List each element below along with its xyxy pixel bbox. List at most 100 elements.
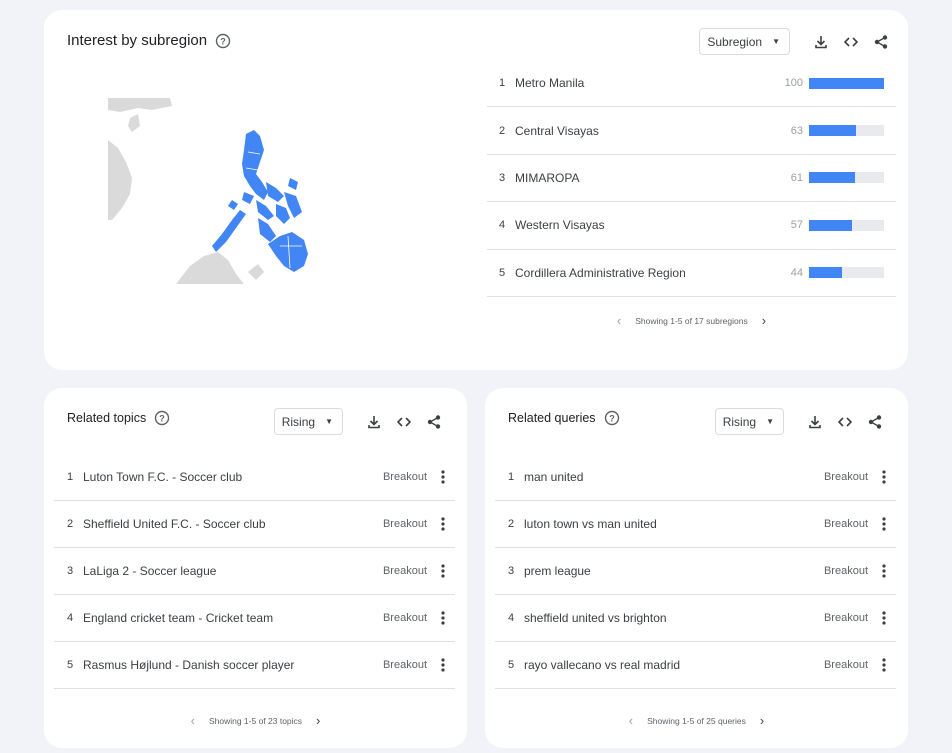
item-label: Western Visayas <box>515 218 605 233</box>
chevron-left-icon[interactable]: ‹ <box>617 313 621 328</box>
queries-list: 1 man united Breakout 2 luton town vs ma… <box>495 454 896 689</box>
breakout-badge: Breakout <box>382 659 427 671</box>
more-vert-icon[interactable] <box>876 608 892 628</box>
value-bar <box>809 219 884 231</box>
list-item[interactable]: 3 prem league Breakout <box>495 548 896 595</box>
chevron-right-icon[interactable]: › <box>316 713 320 728</box>
more-vert-icon[interactable] <box>876 467 892 487</box>
item-label[interactable]: man united <box>524 470 824 484</box>
item-label[interactable]: Luton Town F.C. - Soccer club <box>83 470 383 484</box>
svg-text:?: ? <box>159 413 165 423</box>
item-rank: 4 <box>508 612 515 624</box>
item-label[interactable]: luton town vs man united <box>524 517 824 531</box>
item-value: 44 <box>790 266 803 279</box>
help-icon[interactable]: ? <box>154 410 170 426</box>
more-vert-icon[interactable] <box>435 655 451 675</box>
download-icon[interactable] <box>804 411 826 433</box>
share-icon[interactable] <box>870 31 892 53</box>
share-icon[interactable] <box>423 411 445 433</box>
item-label: MIMAROPA <box>515 170 580 185</box>
subregion-resolution-select[interactable]: Subregion ▼ <box>699 28 790 55</box>
subregion-controls: Subregion ▼ <box>699 28 892 55</box>
chevron-left-icon[interactable]: ‹ <box>629 713 633 728</box>
value-bar <box>809 77 884 89</box>
item-rank: 2 <box>67 518 74 530</box>
svg-text:?: ? <box>609 413 615 423</box>
more-vert-icon[interactable] <box>876 655 892 675</box>
list-item[interactable]: 2 Sheffield United F.C. - Soccer club Br… <box>54 501 455 548</box>
item-label[interactable]: Rasmus Højlund - Danish soccer player <box>83 658 383 672</box>
list-item[interactable]: 1 Metro Manila 100 <box>487 60 896 108</box>
subregion-list: 1 Metro Manila 100 2 Central Visayas 63 … <box>487 60 896 297</box>
subregion-pager: ‹ Showing 1-5 of 17 subregions › <box>487 313 896 328</box>
queries-select-value: Rising <box>722 414 757 429</box>
list-item[interactable]: 1 man united Breakout <box>495 454 896 501</box>
help-icon[interactable]: ? <box>604 410 620 426</box>
item-label[interactable]: sheffield united vs brighton <box>524 611 824 625</box>
list-item[interactable]: 4 sheffield united vs brighton Breakout <box>495 595 896 642</box>
list-item[interactable]: 5 Rasmus Højlund - Danish soccer player … <box>54 642 455 689</box>
subregion-card-title: Interest by subregion ? <box>67 32 231 49</box>
list-item[interactable]: 3 MIMAROPA 61 <box>487 155 896 203</box>
topics-filter-select[interactable]: Rising ▼ <box>273 408 343 435</box>
more-vert-icon[interactable] <box>435 467 451 487</box>
value-bar <box>809 267 884 279</box>
queries-pager: ‹ Showing 1-5 of 25 queries › <box>495 713 898 728</box>
more-vert-icon[interactable] <box>435 561 451 581</box>
item-value: 100 <box>784 77 803 90</box>
value-bar-fill <box>809 267 842 279</box>
list-item[interactable]: 2 Central Visayas 63 <box>487 107 896 155</box>
more-vert-icon[interactable] <box>435 608 451 628</box>
list-item[interactable]: 4 Western Visayas 57 <box>487 202 896 250</box>
breakout-badge: Breakout <box>382 471 427 483</box>
item-rank: 4 <box>499 219 506 232</box>
more-vert-icon[interactable] <box>876 561 892 581</box>
subregion-map[interactable] <box>108 96 398 286</box>
list-item[interactable]: 2 luton town vs man united Breakout <box>495 501 896 548</box>
list-item[interactable]: 5 rayo vallecano vs real madrid Breakout <box>495 642 896 689</box>
more-vert-icon[interactable] <box>876 514 892 534</box>
topics-select-value: Rising <box>281 414 316 429</box>
item-label: Metro Manila <box>515 76 585 91</box>
chevron-right-icon[interactable]: › <box>760 713 764 728</box>
item-rank: 3 <box>508 565 515 577</box>
topics-card-title: Related topics ? <box>67 410 170 426</box>
breakout-badge: Breakout <box>382 565 427 577</box>
item-rank: 1 <box>67 471 74 483</box>
interest-by-subregion-card: Interest by subregion ? Subregion ▼ 1 Me… <box>44 10 908 370</box>
help-icon[interactable]: ? <box>215 33 231 49</box>
list-item[interactable]: 5 Cordillera Administrative Region 44 <box>487 250 896 297</box>
queries-filter-select[interactable]: Rising ▼ <box>714 408 784 435</box>
embed-icon[interactable] <box>834 411 856 433</box>
download-icon[interactable] <box>810 31 832 53</box>
topics-controls: Rising ▼ <box>273 408 445 435</box>
item-label[interactable]: England cricket team - Cricket team <box>83 611 383 625</box>
item-rank: 1 <box>499 77 506 90</box>
list-item[interactable]: 3 LaLiga 2 - Soccer league Breakout <box>54 548 455 595</box>
item-label[interactable]: rayo vallecano vs real madrid <box>524 658 824 672</box>
item-label[interactable]: prem league <box>524 564 824 578</box>
embed-icon[interactable] <box>393 411 415 433</box>
more-vert-icon[interactable] <box>435 514 451 534</box>
chevron-right-icon[interactable]: › <box>762 313 766 328</box>
breakout-badge: Breakout <box>382 612 427 624</box>
dropdown-caret-icon: ▼ <box>325 417 333 426</box>
breakout-badge: Breakout <box>823 518 868 530</box>
breakout-badge: Breakout <box>823 659 868 671</box>
list-item[interactable]: 4 England cricket team - Cricket team Br… <box>54 595 455 642</box>
item-label[interactable]: LaLiga 2 - Soccer league <box>83 564 383 578</box>
pager-text: Showing 1-5 of 25 queries <box>647 715 746 726</box>
topics-title-text: Related topics <box>67 411 147 425</box>
chevron-left-icon[interactable]: ‹ <box>191 713 195 728</box>
topics-pager: ‹ Showing 1-5 of 23 topics › <box>54 713 457 728</box>
list-item[interactable]: 1 Luton Town F.C. - Soccer club Breakout <box>54 454 455 501</box>
share-icon[interactable] <box>864 411 886 433</box>
item-label[interactable]: Sheffield United F.C. - Soccer club <box>83 517 383 531</box>
item-rank: 3 <box>499 171 506 184</box>
topics-list: 1 Luton Town F.C. - Soccer club Breakout… <box>54 454 455 689</box>
pager-text: Showing 1-5 of 23 topics <box>208 715 303 726</box>
download-icon[interactable] <box>363 411 385 433</box>
value-bar-fill <box>809 219 852 231</box>
item-rank: 4 <box>67 612 74 624</box>
embed-icon[interactable] <box>840 31 862 53</box>
